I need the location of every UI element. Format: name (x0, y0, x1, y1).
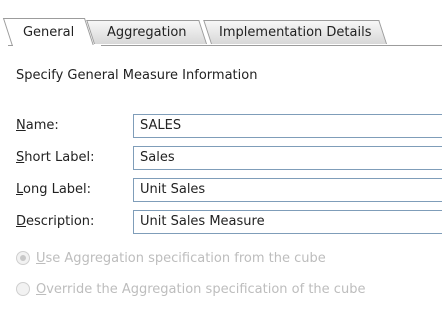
tab-aggregation[interactable]: Aggregation (86, 20, 207, 44)
description-field[interactable]: Unit Sales Measure (133, 210, 442, 234)
long-label-field[interactable]: Unit Sales (133, 178, 442, 202)
tab-general-label: General (22, 25, 75, 40)
tab-bar: General Aggregation Implementation Detai… (2, 6, 442, 46)
tab-aggregation-label: Aggregation (106, 25, 187, 40)
tab-implementation-details-label: Implementation Details (219, 25, 372, 40)
active-tab-gap (13, 45, 101, 46)
radio-checked-icon[interactable] (16, 250, 30, 265)
name-label: Name: (16, 118, 59, 133)
name-field[interactable]: SALES (133, 114, 442, 138)
use-cube-aggregation-option[interactable]: Use Aggregation specification from the c… (16, 250, 326, 266)
description-label: Description: (16, 214, 95, 229)
override-aggregation-option[interactable]: Override the Aggregation specification o… (16, 281, 365, 297)
measure-editor-panel: General Aggregation Implementation Detai… (2, 6, 442, 309)
tab-implementation-details[interactable]: Implementation Details (203, 20, 387, 44)
section-heading: Specify General Measure Information (16, 68, 258, 83)
tab-general[interactable]: General (2, 18, 94, 46)
long-label-label: Long Label: (16, 182, 92, 197)
short-label-field[interactable]: Sales (133, 146, 442, 170)
short-label-label: Short Label: (16, 150, 95, 165)
radio-unchecked-icon[interactable] (16, 281, 30, 296)
